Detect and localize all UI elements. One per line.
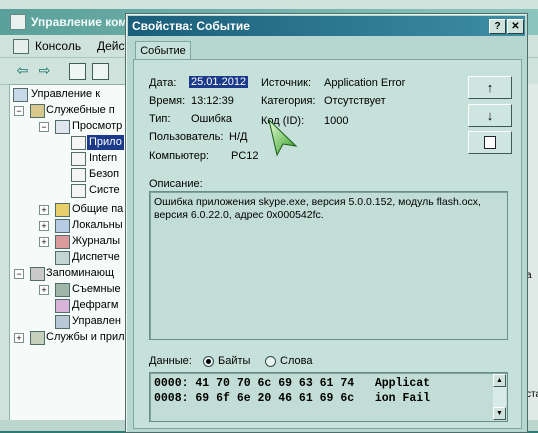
category-label: Категория: — [261, 95, 316, 107]
source-label: Источник: — [261, 77, 312, 89]
words-radio-label: Слова — [280, 355, 313, 367]
tree-item-label: Запоминающ — [46, 267, 115, 279]
tree-item-label: Intern — [89, 152, 118, 164]
computer-value: PC12 — [231, 150, 259, 162]
defrag-icon — [55, 299, 70, 313]
date-value: 25.01.2012 — [189, 76, 249, 88]
arrow-down-icon: ↓ — [486, 108, 494, 123]
log-icon — [71, 136, 86, 150]
tree-item-label: Просмотр — [72, 120, 123, 132]
date-label: Дата: — [149, 77, 177, 89]
expand-icon[interactable]: + — [39, 205, 49, 215]
expand-icon[interactable]: + — [39, 237, 49, 247]
tree-item-label: Служебные п — [46, 104, 115, 116]
console-icon — [13, 39, 29, 54]
back-arrow-icon[interactable]: ⇦ — [14, 62, 31, 79]
log-icon — [71, 184, 86, 198]
help-button[interactable]: ? — [489, 19, 506, 34]
data-scrollbar[interactable]: ▲ ▼ — [493, 374, 506, 420]
shared-folder-icon — [55, 203, 70, 217]
collapse-icon[interactable]: − — [14, 269, 24, 279]
disk-management-icon — [55, 315, 70, 329]
tree-item-label: Диспетче — [72, 251, 120, 263]
services-icon — [30, 331, 45, 345]
removable-storage-icon — [55, 283, 70, 297]
arrow-up-icon: ↑ — [486, 80, 494, 95]
log-icon — [71, 152, 86, 166]
user-value: Н/Д — [229, 131, 248, 143]
tree-item-label: Управлен — [72, 315, 121, 327]
computer-label: Компьютер: — [149, 150, 209, 162]
bytes-radio-label: Байты — [218, 355, 251, 367]
type-value: Ошибка — [191, 113, 232, 125]
collapse-icon[interactable]: − — [14, 106, 24, 116]
type-label: Тип: — [149, 113, 171, 125]
close-button[interactable]: ✕ — [507, 19, 524, 34]
expand-icon[interactable]: + — [39, 221, 49, 231]
tree-item-label: Общие па — [72, 203, 124, 215]
source-value: Application Error — [324, 77, 406, 89]
dialog-title: Свойства: Событие — [132, 19, 250, 33]
tab-event[interactable]: Событие — [135, 41, 191, 60]
bytes-radio[interactable] — [203, 356, 214, 367]
event-properties-dialog: Свойства: Событие ? ✕ Событие Дата: 25.0… — [125, 13, 528, 433]
performance-icon — [55, 235, 70, 249]
tree-item-label: Съемные — [72, 283, 121, 295]
show-hide-tree-icon[interactable] — [92, 63, 109, 80]
time-value: 13:12:39 — [191, 95, 234, 107]
tab-page-event: Дата: 25.01.2012 Время: 13:12:39 Тип: Ош… — [133, 59, 522, 429]
tree-item-label: Журналы — [72, 235, 121, 247]
event-viewer-icon — [55, 120, 70, 134]
tree-item-label: Безоп — [89, 168, 120, 180]
tree-item-label: Локальны — [72, 219, 123, 231]
device-manager-icon — [55, 251, 70, 265]
computer-management-icon — [10, 14, 26, 30]
tree-item-label: Прило — [87, 135, 124, 150]
data-label: Данные: — [149, 355, 192, 367]
tools-icon — [30, 104, 45, 118]
up-folder-icon[interactable] — [69, 63, 86, 80]
description-label: Описание: — [149, 178, 203, 190]
category-value: Отсутствует — [324, 95, 386, 107]
description-textbox[interactable]: Ошибка приложения skype.exe, версия 5.0.… — [149, 191, 508, 340]
scroll-down-icon[interactable]: ▼ — [493, 407, 506, 420]
words-radio[interactable] — [265, 356, 276, 367]
log-icon — [71, 168, 86, 182]
console-tree[interactable]: Управление к − Служебные п − Просмотр Пр… — [9, 84, 131, 422]
next-event-button[interactable]: ↓ — [468, 104, 512, 127]
users-icon — [55, 219, 70, 233]
expand-icon[interactable]: + — [39, 285, 49, 295]
tree-item-label: Систе — [89, 184, 120, 196]
expand-icon[interactable]: + — [14, 333, 24, 343]
mouse-cursor-icon — [268, 118, 298, 157]
menu-console[interactable]: Консоль — [35, 39, 81, 53]
data-hex-box[interactable]: 0000: 41 70 70 6c 69 63 61 74 Applicat 0… — [149, 372, 508, 422]
hex-line: 0000: 41 70 70 6c 69 63 61 74 Applicat — [154, 377, 431, 390]
description-text: Ошибка приложения skype.exe, версия 5.0.… — [154, 196, 481, 221]
forward-arrow-icon[interactable]: ⇨ — [36, 62, 53, 79]
scroll-up-icon[interactable]: ▲ — [493, 374, 506, 387]
hex-line: 0008: 69 6f 6e 20 46 61 69 6c ion Fail — [154, 392, 431, 405]
storage-icon — [30, 267, 45, 281]
time-label: Время: — [149, 95, 186, 107]
computer-management-icon — [13, 88, 28, 102]
copy-button[interactable] — [468, 131, 512, 154]
tree-item-label: Службы и прил — [46, 331, 125, 343]
event-id-value: 1000 — [324, 115, 349, 127]
collapse-icon[interactable]: − — [39, 122, 49, 132]
dialog-title-bar[interactable]: Свойства: Событие ? ✕ — [128, 16, 525, 36]
tree-item-label: Управление к — [31, 88, 101, 100]
copy-icon — [484, 136, 496, 149]
tree-item-label: Дефрагм — [72, 299, 119, 311]
previous-event-button[interactable]: ↑ — [468, 76, 512, 99]
user-label: Пользователь: — [149, 131, 224, 143]
